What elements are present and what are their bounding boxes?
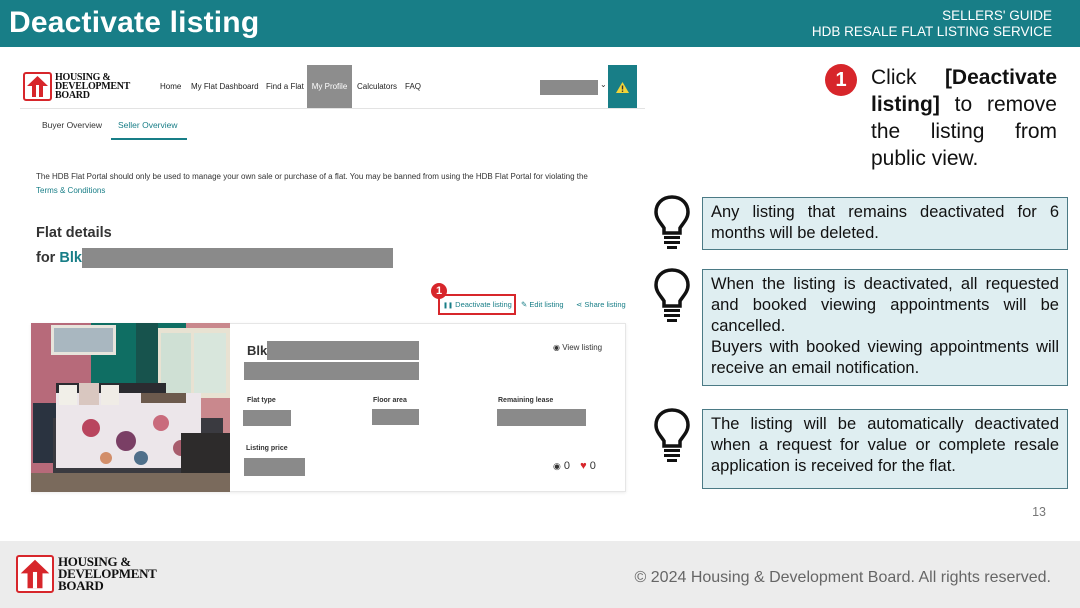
eye-icon: ◉ [553, 343, 560, 352]
lightbulb-icon [654, 408, 690, 462]
pause-icon: ❚❚ [443, 303, 454, 309]
remaining-lease-label: Remaining lease [498, 397, 554, 404]
hdb-house-icon [16, 555, 54, 593]
terms-conditions-link[interactable]: Terms & Conditions [36, 186, 105, 195]
guide-subtitle: HDB RESALE FLAT LISTING SERVICE [811, 24, 1052, 39]
listing-price-label: Listing price [246, 445, 288, 452]
portal-navbar: HOUSING & DEVELOPMENT BOARD Home My Flat… [20, 63, 643, 109]
footer-bar: HOUSING & DEVELOPMENT BOARD © 2024 Housi… [0, 541, 1080, 608]
listing-photo [31, 323, 230, 492]
listing-stats: ◉ 0 ♥ 0 [553, 460, 596, 472]
tip-text: The listing will be automatically deacti… [711, 415, 1059, 475]
tip-text: Any listing that remains deactivated for… [711, 203, 1059, 242]
remaining-lease-redacted [497, 409, 586, 426]
tip-box-appointments: When the listing is deactivated, all req… [702, 269, 1068, 386]
chevron-down-icon[interactable]: ⌄ [600, 80, 607, 89]
flat-blk-label: Blk [59, 250, 82, 266]
slide: Deactivate listing SELLERS' GUIDE HDB RE… [0, 0, 1080, 608]
guide-title: SELLERS' GUIDE [942, 8, 1052, 23]
card-address-redacted [267, 341, 419, 360]
footer-hdb-logo: HOUSING & DEVELOPMENT BOARD [16, 555, 157, 593]
hdb-logo[interactable]: HOUSING & DEVELOPMENT BOARD [23, 72, 130, 101]
step-number-badge: 1 [825, 64, 857, 96]
likes-count: 0 [589, 460, 596, 472]
nav-faq[interactable]: FAQ [405, 82, 421, 91]
step-text-click: Click [871, 66, 917, 89]
eye-icon: ◉ [553, 461, 561, 471]
lightbulb-icon [654, 268, 690, 322]
copyright-text: © 2024 Housing & Development Board. All … [634, 569, 1051, 586]
nav-calculators[interactable]: Calculators [357, 82, 397, 91]
nav-divider [20, 108, 645, 109]
flat-address-heading: for Blk [36, 250, 82, 266]
flat-for-label: for [36, 250, 56, 266]
deactivate-listing-button[interactable]: ❚❚ Deactivate listing [443, 300, 512, 309]
share-icon: ⋖ [576, 300, 583, 309]
alert-button[interactable] [608, 65, 637, 109]
flat-type-label: Flat type [247, 397, 276, 404]
logo-line-3: BOARD [58, 577, 104, 593]
logo-line-3: BOARD [55, 90, 90, 102]
header-bar: Deactivate listing SELLERS' GUIDE HDB RE… [0, 0, 1080, 47]
view-listing-link[interactable]: ◉ View listing [553, 343, 602, 352]
listing-price-redacted [244, 458, 305, 476]
page-title: Deactivate listing [9, 6, 260, 39]
nav-find-a-flat[interactable]: Find a Flat [266, 82, 304, 91]
step-instruction: Click [Deactivate listing] to remove the… [871, 64, 1057, 172]
portal-notice: The HDB Flat Portal should only be used … [36, 170, 626, 198]
tip-box-deletion: Any listing that remains deactivated for… [702, 197, 1068, 250]
nav-home[interactable]: Home [160, 82, 181, 91]
edit-icon: ✎ [521, 300, 528, 309]
page-number: 13 [1032, 505, 1046, 519]
card-blk-label: Blk [247, 343, 268, 358]
hdb-house-icon [23, 72, 52, 101]
nav-my-flat-dashboard[interactable]: My Flat Dashboard [191, 82, 259, 91]
notice-text: The HDB Flat Portal should only be used … [36, 172, 588, 181]
tab-seller-overview[interactable]: Seller Overview [118, 120, 178, 130]
tip-box-auto-deactivation: The listing will be automatically deacti… [702, 409, 1068, 489]
address-redacted [82, 248, 393, 268]
warning-icon [616, 82, 629, 93]
lightbulb-icon [654, 195, 690, 249]
tip-text: When the listing is deactivated, all req… [711, 275, 1059, 335]
floor-area-label: Floor area [373, 397, 407, 404]
tab-buyer-overview[interactable]: Buyer Overview [42, 120, 102, 130]
floor-area-redacted [372, 409, 419, 425]
user-menu-redacted[interactable] [540, 80, 598, 95]
share-listing-button[interactable]: ⋖ Share listing [576, 300, 626, 309]
flat-details-heading: Flat details [36, 225, 112, 241]
views-count: 0 [563, 460, 571, 472]
heart-icon[interactable]: ♥ [580, 460, 587, 472]
edit-listing-button[interactable]: ✎ Edit listing [521, 300, 564, 309]
card-street-redacted [244, 362, 419, 380]
tip-text: Buyers with booked viewing appointments … [711, 338, 1059, 377]
flat-type-redacted [243, 410, 291, 426]
active-tab-indicator [111, 138, 187, 140]
nav-my-profile[interactable]: My Profile [307, 65, 352, 109]
